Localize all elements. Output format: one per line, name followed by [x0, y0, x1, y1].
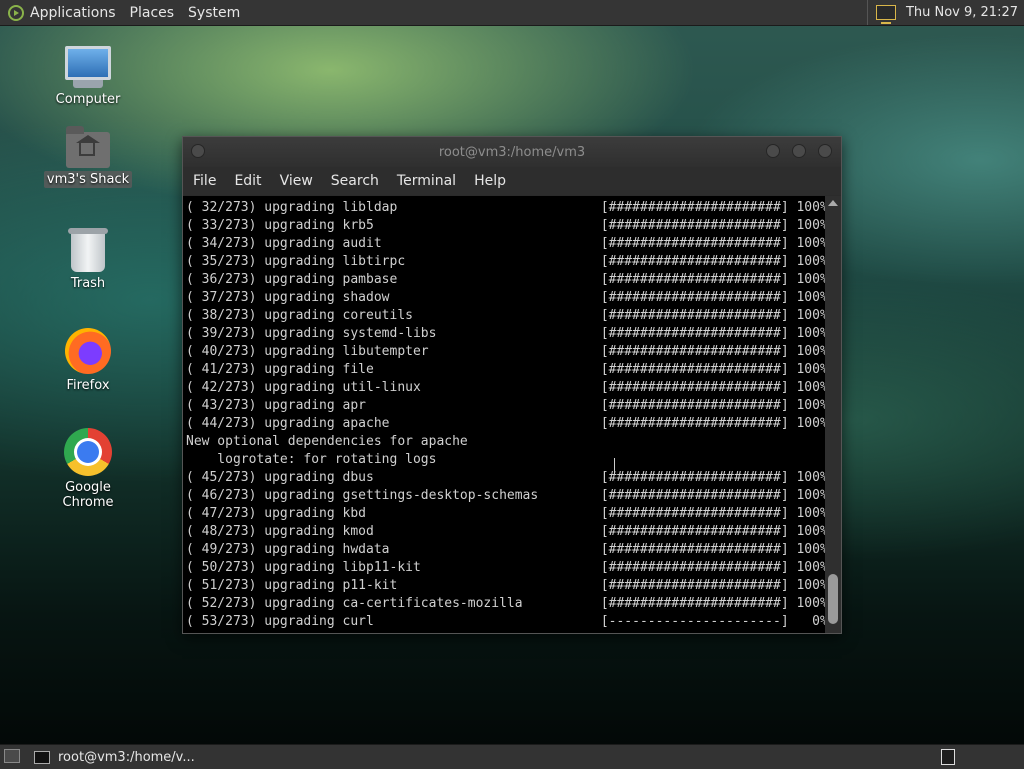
terminal-line: ( 40/273) upgrading libutempter [#######… [186, 344, 825, 359]
desktop-icon-computer[interactable]: Computer [38, 46, 138, 107]
maximize-button[interactable] [792, 144, 806, 158]
trash-icon [68, 228, 108, 272]
window-title: root@vm3:/home/vm3 [438, 145, 586, 160]
terminal-line: ( 34/273) upgrading audit [#############… [186, 236, 825, 251]
menu-edit[interactable]: Edit [234, 173, 261, 189]
terminal-line: ( 47/273) upgrading kbd [###############… [186, 506, 825, 521]
menu-help[interactable]: Help [474, 173, 506, 189]
scrollbar-thumb[interactable] [828, 574, 838, 624]
terminal-line: ( 36/273) upgrading pambase [###########… [186, 272, 825, 287]
bottom-panel: root@vm3:/home/v... [0, 744, 1024, 769]
firefox-icon [65, 328, 111, 374]
terminal-line: ( 50/273) upgrading libp11-kit [########… [186, 560, 825, 575]
terminal-line: ( 49/273) upgrading hwdata [############… [186, 542, 825, 557]
terminal-line: ( 42/273) upgrading util-linux [########… [186, 380, 825, 395]
text-cursor-icon [614, 458, 621, 474]
clock[interactable]: Thu Nov 9, 21:27 [906, 5, 1018, 20]
terminal-line: ( 41/273) upgrading file [##############… [186, 362, 825, 377]
distro-menu-icon[interactable] [8, 4, 24, 21]
system-tray: Thu Nov 9, 21:27 [866, 0, 1024, 25]
taskbar-item-terminal[interactable]: root@vm3:/home/v... [34, 746, 195, 768]
terminal-line: logrotate: for rotating logs [186, 452, 437, 467]
desktop-icon-chrome[interactable]: Google Chrome [38, 428, 138, 510]
chrome-icon [64, 428, 112, 476]
applications-menu[interactable]: Applications [30, 5, 116, 21]
terminal-line: ( 45/273) upgrading dbus [##############… [186, 470, 825, 485]
terminal-line: ( 43/273) upgrading apr [###############… [186, 398, 825, 413]
terminal-scrollbar[interactable] [825, 196, 841, 633]
terminal-line: ( 33/273) upgrading krb5 [##############… [186, 218, 825, 233]
terminal-output[interactable]: ( 32/273) upgrading libldap [###########… [183, 196, 825, 633]
terminal-line: ( 52/273) upgrading ca-certificates-mozi… [186, 596, 825, 611]
terminal-line: ( 32/273) upgrading libldap [###########… [186, 200, 825, 215]
top-panel: Applications Places System Thu Nov 9, 21… [0, 0, 1024, 26]
terminal-icon [34, 750, 50, 764]
terminal-lines: ( 32/273) upgrading libldap [###########… [186, 199, 825, 631]
minimize-button[interactable] [766, 144, 780, 158]
workspace-switcher[interactable] [941, 749, 955, 765]
terminal-line: ( 38/273) upgrading coreutils [#########… [186, 308, 825, 323]
computer-icon [65, 46, 111, 88]
desktop-icon-trash[interactable]: Trash [38, 228, 138, 291]
terminal-line: ( 46/273) upgrading gsettings-desktop-sc… [186, 488, 825, 503]
menu-view[interactable]: View [280, 173, 313, 189]
scroll-up-icon[interactable] [828, 200, 838, 206]
desktop-icon-firefox[interactable]: Firefox [38, 328, 138, 393]
desktop-icon-home[interactable]: vm3's Shack [38, 126, 138, 188]
places-menu[interactable]: Places [130, 5, 175, 21]
system-menu[interactable]: System [188, 5, 240, 21]
terminal-line: New optional dependencies for apache [186, 434, 468, 449]
desktop-icon-label: Firefox [66, 378, 110, 393]
terminal-line: ( 51/273) upgrading p11-kit [###########… [186, 578, 825, 593]
terminal-line: ( 48/273) upgrading kmod [##############… [186, 524, 825, 539]
terminal-line: ( 37/273) upgrading shadow [############… [186, 290, 825, 305]
window-titlebar[interactable]: root@vm3:/home/vm3 [183, 137, 841, 167]
menu-search[interactable]: Search [331, 173, 379, 189]
terminal-window[interactable]: root@vm3:/home/vm3 File Edit View Search… [182, 136, 842, 634]
tray-separator [866, 0, 868, 25]
desktop-icon-label: Trash [70, 276, 106, 291]
terminal-menubar: File Edit View Search Terminal Help [183, 167, 841, 195]
home-folder-icon [66, 126, 110, 168]
terminal-line: ( 35/273) upgrading libtirpc [##########… [186, 254, 825, 269]
terminal-line: ( 53/273) upgrading curl [--------------… [186, 614, 825, 629]
taskbar-item-label: root@vm3:/home/v... [58, 749, 195, 765]
terminal-line: ( 44/273) upgrading apache [############… [186, 416, 825, 431]
close-button[interactable] [818, 144, 832, 158]
desktop-icon-label: vm3's Shack [43, 171, 133, 188]
terminal-line: ( 39/273) upgrading systemd-libs [######… [186, 326, 825, 341]
show-desktop-icon[interactable] [4, 749, 20, 763]
desktop-icon-label: Google Chrome [62, 480, 114, 510]
menu-file[interactable]: File [193, 173, 216, 189]
display-icon[interactable] [875, 5, 896, 24]
desktop-icon-label: Computer [55, 92, 121, 107]
menu-terminal[interactable]: Terminal [397, 173, 456, 189]
